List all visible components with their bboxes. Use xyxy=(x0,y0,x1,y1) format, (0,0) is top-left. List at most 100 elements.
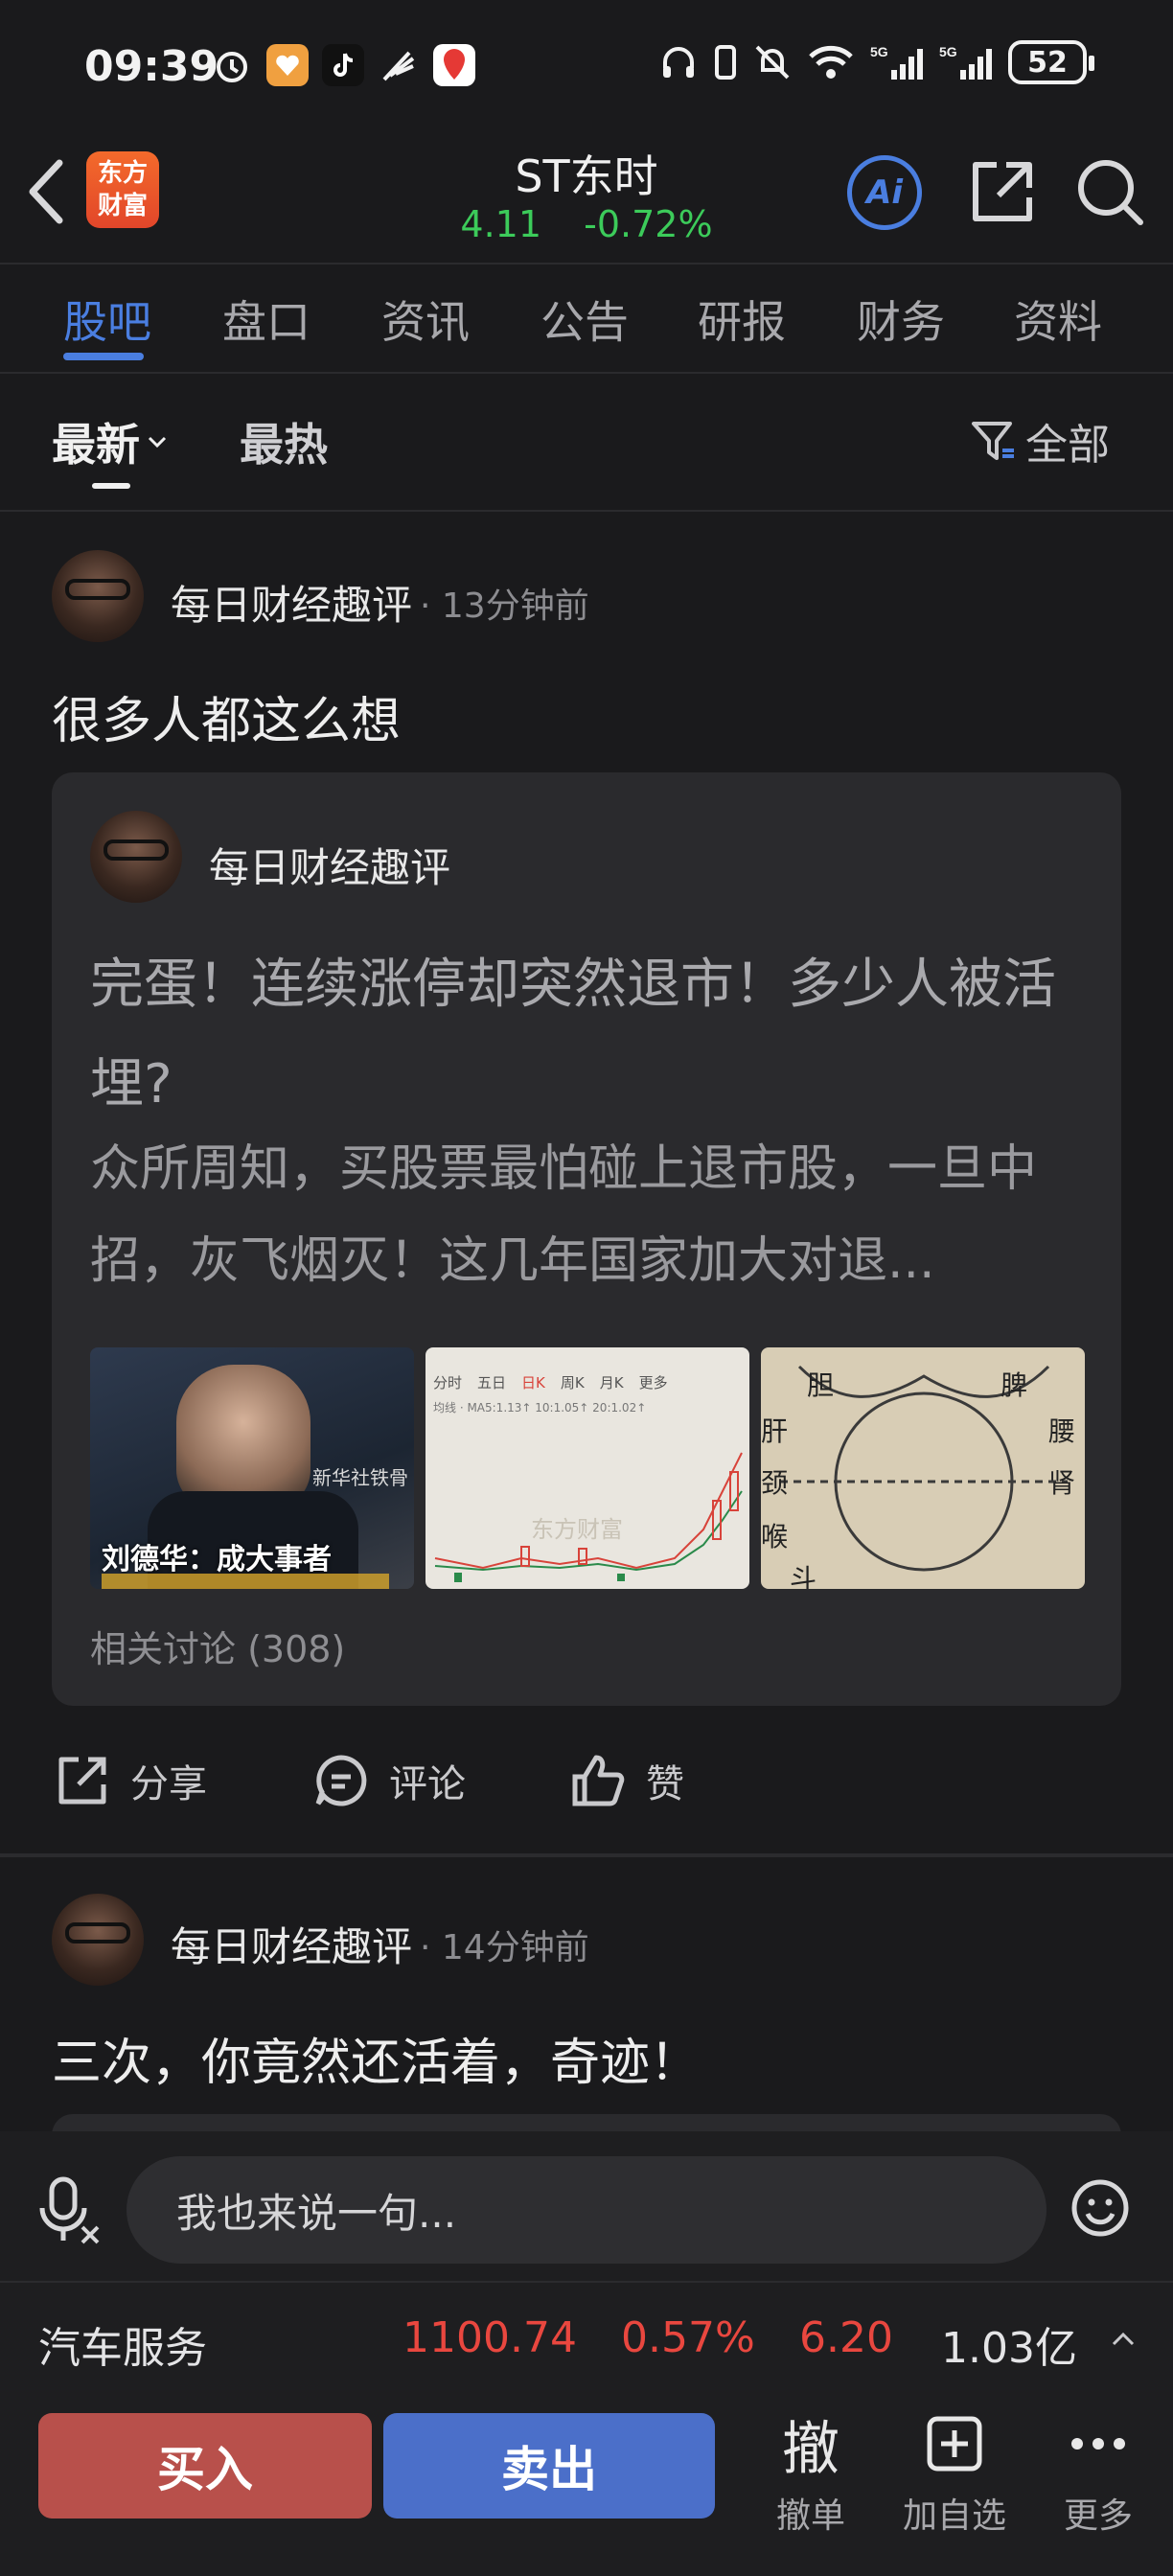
post-author[interactable]: 每日财经趣评 xyxy=(171,1915,412,1973)
card-image-2[interactable]: 分时 五日 日K 周K 月K 更多 均线 · MA5:1.13↑ 10:1.05… xyxy=(426,1347,749,1589)
cancel-order-icon: 撤 xyxy=(782,2415,840,2483)
status-time: 09:39 xyxy=(84,42,219,91)
add-watchlist-label: 加自选 xyxy=(902,2496,1006,2536)
chevron-down-icon xyxy=(148,436,167,448)
post-header: 每日财经趣评 · 13分钟前 xyxy=(171,573,589,632)
card-image-1[interactable]: 新华社铁骨 刘德华：成大事者 xyxy=(90,1347,414,1589)
share-action[interactable]: 分享 xyxy=(52,1750,207,1811)
app-heart-icon xyxy=(266,44,309,86)
thumb3-label: 颈 xyxy=(761,1467,789,1499)
more-label: 更多 xyxy=(1063,2496,1133,2536)
avatar[interactable] xyxy=(52,1894,144,1986)
add-watchlist-button[interactable]: 加自选 xyxy=(897,2407,1012,2538)
filter-icon xyxy=(972,422,1014,460)
filter-all-button[interactable]: 全部 xyxy=(968,410,1110,472)
voice-input-button[interactable] xyxy=(38,2174,104,2246)
thumb2-tab: 周K xyxy=(560,1374,585,1392)
thumb2-tab: 日K xyxy=(521,1374,545,1392)
comment-icon xyxy=(315,1755,367,1806)
thumb1-watermark: 新华社铁骨 xyxy=(312,1466,408,1489)
industry-name: 汽车服务 xyxy=(38,2324,207,2373)
vibrate-icon xyxy=(715,45,736,80)
filters-divider xyxy=(0,510,1173,512)
card-author: 每日财经趣评 xyxy=(209,844,451,891)
card-avatar xyxy=(90,811,182,903)
comment-action[interactable]: 评论 xyxy=(310,1750,466,1811)
mute-icon xyxy=(755,45,790,80)
cancel-order-button[interactable]: 撤 撤单 xyxy=(753,2407,868,2538)
thumb3-label: 胆 xyxy=(807,1369,835,1401)
status-notification-icons xyxy=(211,44,475,86)
headphones-icon xyxy=(663,47,694,78)
avatar[interactable] xyxy=(52,550,144,642)
card-summary: 众所周知，买股票最怕碰上退市股，一旦中招，灰飞烟灭！这几年国家加大对退... xyxy=(90,1140,1038,1290)
related-discussions-link[interactable]: 相关讨论 (308) xyxy=(90,1620,345,1672)
emoji-button[interactable] xyxy=(1070,2177,1131,2239)
thumb2-ma: 均线 · MA5:1.13↑ 10:1.05↑ 20:1.02↑ xyxy=(433,1401,647,1414)
stock-change-pct: -0.72% xyxy=(584,203,713,245)
header-divider xyxy=(0,263,1173,264)
tab-research[interactable]: 研报 xyxy=(698,288,786,351)
thumb3-label: 肝 xyxy=(761,1415,789,1447)
tabs-divider xyxy=(0,372,1173,374)
post-author[interactable]: 每日财经趣评 xyxy=(171,573,412,632)
tab-announcements[interactable]: 公告 xyxy=(540,288,629,351)
thumb2-tabs: 分时 五日 日K 周K 月K 更多 xyxy=(433,1372,668,1392)
industry-amount: 1.03亿 xyxy=(941,2324,1077,2373)
battery-indicator: 52 xyxy=(1008,40,1094,84)
person-photo xyxy=(176,1365,310,1508)
more-dots-icon xyxy=(1071,2438,1125,2450)
filter-latest[interactable]: 最新 xyxy=(52,410,171,473)
like-action[interactable]: 赞 xyxy=(567,1750,684,1811)
thumb2-kline-chart xyxy=(434,1452,743,1582)
tab-news[interactable]: 资讯 xyxy=(381,288,470,351)
thumb2-tab: 分时 xyxy=(433,1374,463,1392)
thumb2-tab: 月K xyxy=(599,1374,624,1392)
search-button[interactable] xyxy=(1071,153,1148,230)
search-icon xyxy=(1078,160,1143,225)
filter-underline xyxy=(92,483,130,489)
industry-change-pct: 0.57% xyxy=(621,2313,755,2362)
status-system-icons: 5G 5G 52 xyxy=(659,40,1094,84)
share-label: 分享 xyxy=(130,1762,207,1806)
map-app-icon xyxy=(433,44,475,86)
tab-pankou[interactable]: 盘口 xyxy=(222,288,310,351)
stock-price: 4.11 xyxy=(460,203,542,245)
filter-all-label: 全部 xyxy=(1025,421,1110,470)
industry-index: 1100.74 xyxy=(402,2313,577,2362)
smiley-icon xyxy=(1071,2179,1129,2237)
wifi-icon xyxy=(809,45,853,79)
post-text[interactable]: 很多人都这么想 xyxy=(52,680,401,752)
ai-button[interactable]: Ai xyxy=(847,155,922,230)
tiktok-icon xyxy=(322,44,364,86)
card-image-3[interactable]: 胆 脾 肝 肾 腰 颈 喉 斗 xyxy=(761,1347,1085,1589)
post-time: · 13分钟前 xyxy=(420,586,589,626)
tab-indicator xyxy=(63,353,144,360)
tab-profile[interactable]: 资料 xyxy=(1014,288,1102,351)
signal-5g-icon-1: 5G xyxy=(870,44,923,80)
expand-button[interactable] xyxy=(1108,2323,1138,2358)
cancel-order-label: 撤单 xyxy=(775,2496,845,2536)
filter-hot[interactable]: 最热 xyxy=(240,410,328,473)
thumb3-label: 喉 xyxy=(761,1521,789,1552)
tab-guba[interactable]: 股吧 xyxy=(63,288,151,351)
post-separator xyxy=(0,1853,1173,1857)
industry-change: 6.20 xyxy=(799,2313,893,2362)
more-button[interactable]: 更多 xyxy=(1041,2407,1156,2538)
tab-finance[interactable]: 财务 xyxy=(857,288,945,351)
post-header: 每日财经趣评 · 14分钟前 xyxy=(171,1915,589,1973)
thumb3-label: 肾 xyxy=(1048,1467,1076,1499)
card-title: 完蛋！连续涨停却突然退市！多少人被活埋? xyxy=(90,954,1056,1116)
thumb3-label: 脾 xyxy=(1000,1369,1028,1401)
sell-button[interactable]: 卖出 xyxy=(383,2413,715,2518)
post-text[interactable]: 三次，你竟然还活着，奇迹！ xyxy=(52,2022,700,2094)
svg-text:5G: 5G xyxy=(939,44,957,59)
thumb2-tab: 更多 xyxy=(638,1374,668,1392)
filter-latest-label: 最新 xyxy=(52,419,140,471)
share-icon xyxy=(58,1757,106,1805)
comment-input[interactable]: 我也来说一句... xyxy=(126,2156,1046,2264)
buy-button[interactable]: 买入 xyxy=(38,2413,372,2518)
share-button[interactable] xyxy=(964,153,1041,230)
alarm-icon xyxy=(211,44,253,86)
thumb3-label: 斗 xyxy=(790,1563,817,1589)
